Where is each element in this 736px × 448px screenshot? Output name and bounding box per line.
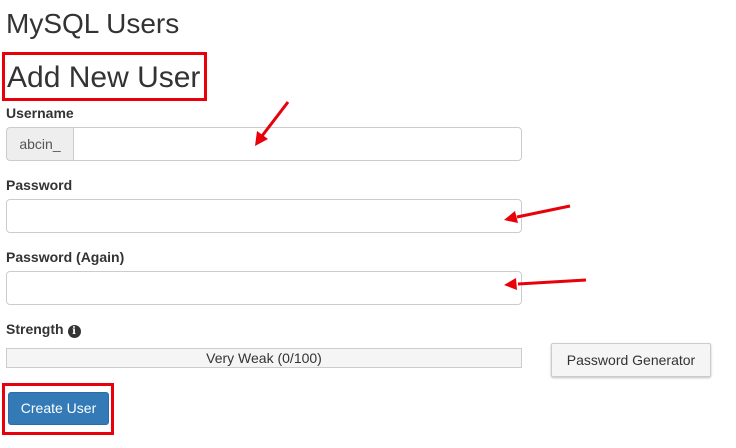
strength-label-row: Strength i [6,321,81,338]
password-again-label: Password (Again) [6,249,125,265]
password-label: Password [6,177,73,193]
strength-meter: Very Weak (0/100) [6,348,522,368]
strength-label: Strength [6,321,64,337]
create-user-highlight [2,383,114,435]
username-label: Username [6,105,74,121]
info-icon[interactable]: i [67,325,81,338]
password-again-input[interactable] [6,271,522,305]
password-generator-button[interactable]: Password Generator [551,343,711,377]
page-title: MySQL Users [6,8,180,39]
strength-text: Very Weak (0/100) [206,350,322,366]
username-input[interactable] [73,127,522,161]
section-title-highlight [2,52,207,101]
password-input[interactable] [6,199,522,233]
username-input-group: abcin_ [6,127,522,161]
username-prefix: abcin_ [6,127,73,161]
add-mysql-user-page: MySQL Users Add New User Username abcin_… [0,0,736,448]
